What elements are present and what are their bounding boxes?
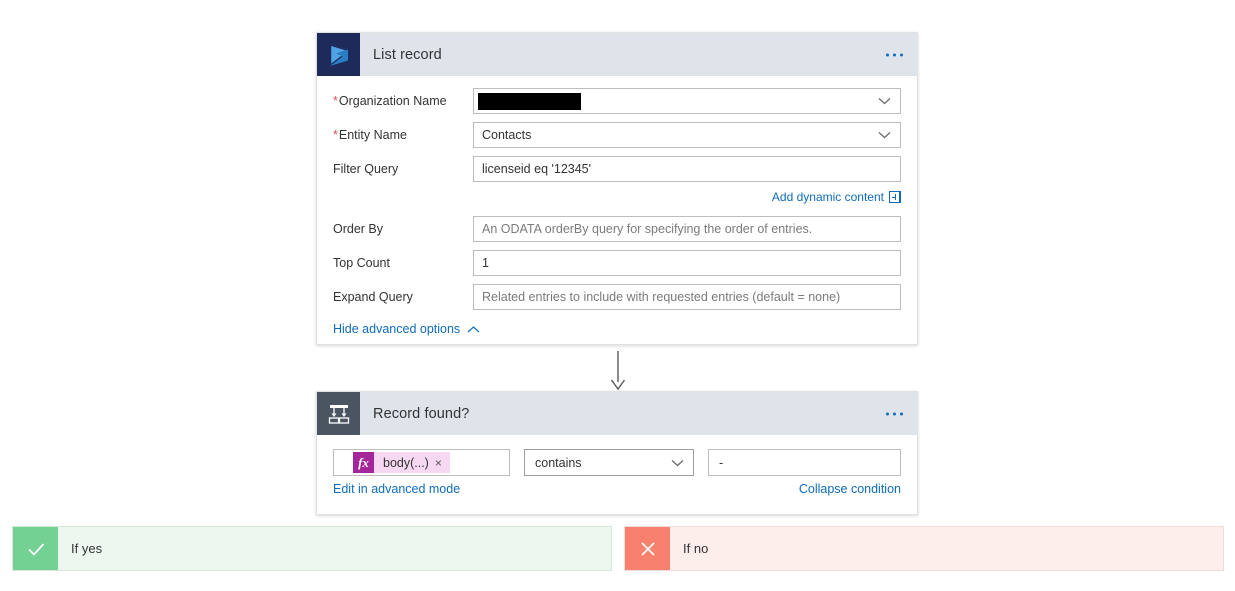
- ellipsis-menu-icon[interactable]: [886, 53, 903, 56]
- field-label-expand-query: Expand Query: [333, 290, 413, 304]
- close-icon[interactable]: ×: [435, 456, 450, 470]
- dynamics365-icon: [317, 33, 360, 76]
- order-by-input[interactable]: An ODATA orderBy query for specifying th…: [473, 216, 901, 242]
- add-dynamic-content-label: Add dynamic content: [771, 190, 884, 204]
- redacted-value: [478, 92, 581, 110]
- chevron-down-icon[interactable]: [878, 132, 891, 139]
- field-row-expand-query: Expand Query Related entries to include …: [317, 280, 917, 314]
- field-row-filter-query: Filter Query licenseid eq '12345': [317, 152, 917, 186]
- field-label-entity-name: *Entity Name: [333, 128, 407, 142]
- required-asterisk: *: [333, 128, 338, 142]
- field-label-order-by: Order By: [333, 222, 384, 236]
- hide-advanced-options-label: Hide advanced options: [333, 322, 461, 336]
- fx-icon: fx: [353, 452, 374, 473]
- entity-name-dropdown[interactable]: Contacts: [473, 122, 901, 148]
- expand-query-input[interactable]: Related entries to include with requeste…: [473, 284, 901, 310]
- token-label: body(...): [383, 455, 429, 470]
- field-row-entity-name: *Entity Name Contacts: [317, 118, 917, 152]
- condition-card-header[interactable]: Record found?: [317, 392, 917, 435]
- ellipsis-menu-icon[interactable]: [886, 412, 903, 415]
- required-asterisk: *: [333, 94, 338, 108]
- filter-query-input[interactable]: licenseid eq '12345': [473, 156, 901, 182]
- condition-operator-value: contains: [535, 455, 582, 470]
- list-record-card: List record *Organization Name *Entity N…: [316, 32, 918, 345]
- edit-in-advanced-mode-button[interactable]: Edit in advanced mode: [333, 482, 460, 496]
- card-title: List record: [373, 46, 442, 63]
- field-label-organization-name: *Organization Name: [333, 94, 447, 108]
- flow-connector-arrow: [610, 351, 626, 391]
- field-label-top-count: Top Count: [333, 256, 390, 270]
- field-row-order-by: Order By An ODATA orderBy query for spec…: [317, 212, 917, 246]
- branch-if-no[interactable]: If no: [624, 526, 1224, 571]
- plus-icon[interactable]: [889, 191, 901, 203]
- card-title: Record found?: [373, 405, 470, 422]
- hide-advanced-options-button[interactable]: Hide advanced options: [317, 314, 917, 344]
- condition-card: Record found? fx body(...) × contains - …: [316, 391, 918, 515]
- condition-icon: [317, 392, 360, 435]
- chevron-down-icon[interactable]: [671, 459, 684, 466]
- chevron-up-icon: [467, 322, 480, 336]
- add-dynamic-content-row: Add dynamic content: [317, 186, 917, 208]
- field-label-filter-query: Filter Query: [333, 162, 399, 176]
- condition-operator-dropdown[interactable]: contains: [524, 449, 694, 476]
- condition-row: fx body(...) × contains -: [317, 435, 917, 476]
- list-record-card-body: *Organization Name *Entity Name Contacts: [317, 84, 917, 344]
- condition-links-row: Edit in advanced mode Collapse condition: [317, 476, 917, 496]
- cross-icon: [625, 527, 670, 570]
- top-count-input[interactable]: 1: [473, 250, 901, 276]
- list-record-card-header[interactable]: List record: [317, 33, 917, 76]
- condition-value-input[interactable]: -: [708, 449, 901, 476]
- organization-name-dropdown[interactable]: [473, 88, 901, 114]
- entity-name-value: Contacts: [482, 128, 532, 142]
- branch-label-yes: If yes: [71, 541, 103, 556]
- dynamic-content-token[interactable]: fx body(...) ×: [353, 452, 450, 473]
- branch-label-no: If no: [683, 541, 709, 556]
- chevron-down-icon[interactable]: [878, 98, 891, 105]
- add-dynamic-content-button[interactable]: Add dynamic content: [772, 190, 901, 204]
- field-row-organization-name: *Organization Name: [317, 84, 917, 118]
- collapse-condition-button[interactable]: Collapse condition: [799, 482, 901, 496]
- checkmark-icon: [13, 527, 58, 570]
- branch-if-yes[interactable]: If yes: [12, 526, 612, 571]
- condition-left-operand-field[interactable]: fx body(...) ×: [333, 449, 510, 476]
- field-row-top-count: Top Count 1: [317, 246, 917, 280]
